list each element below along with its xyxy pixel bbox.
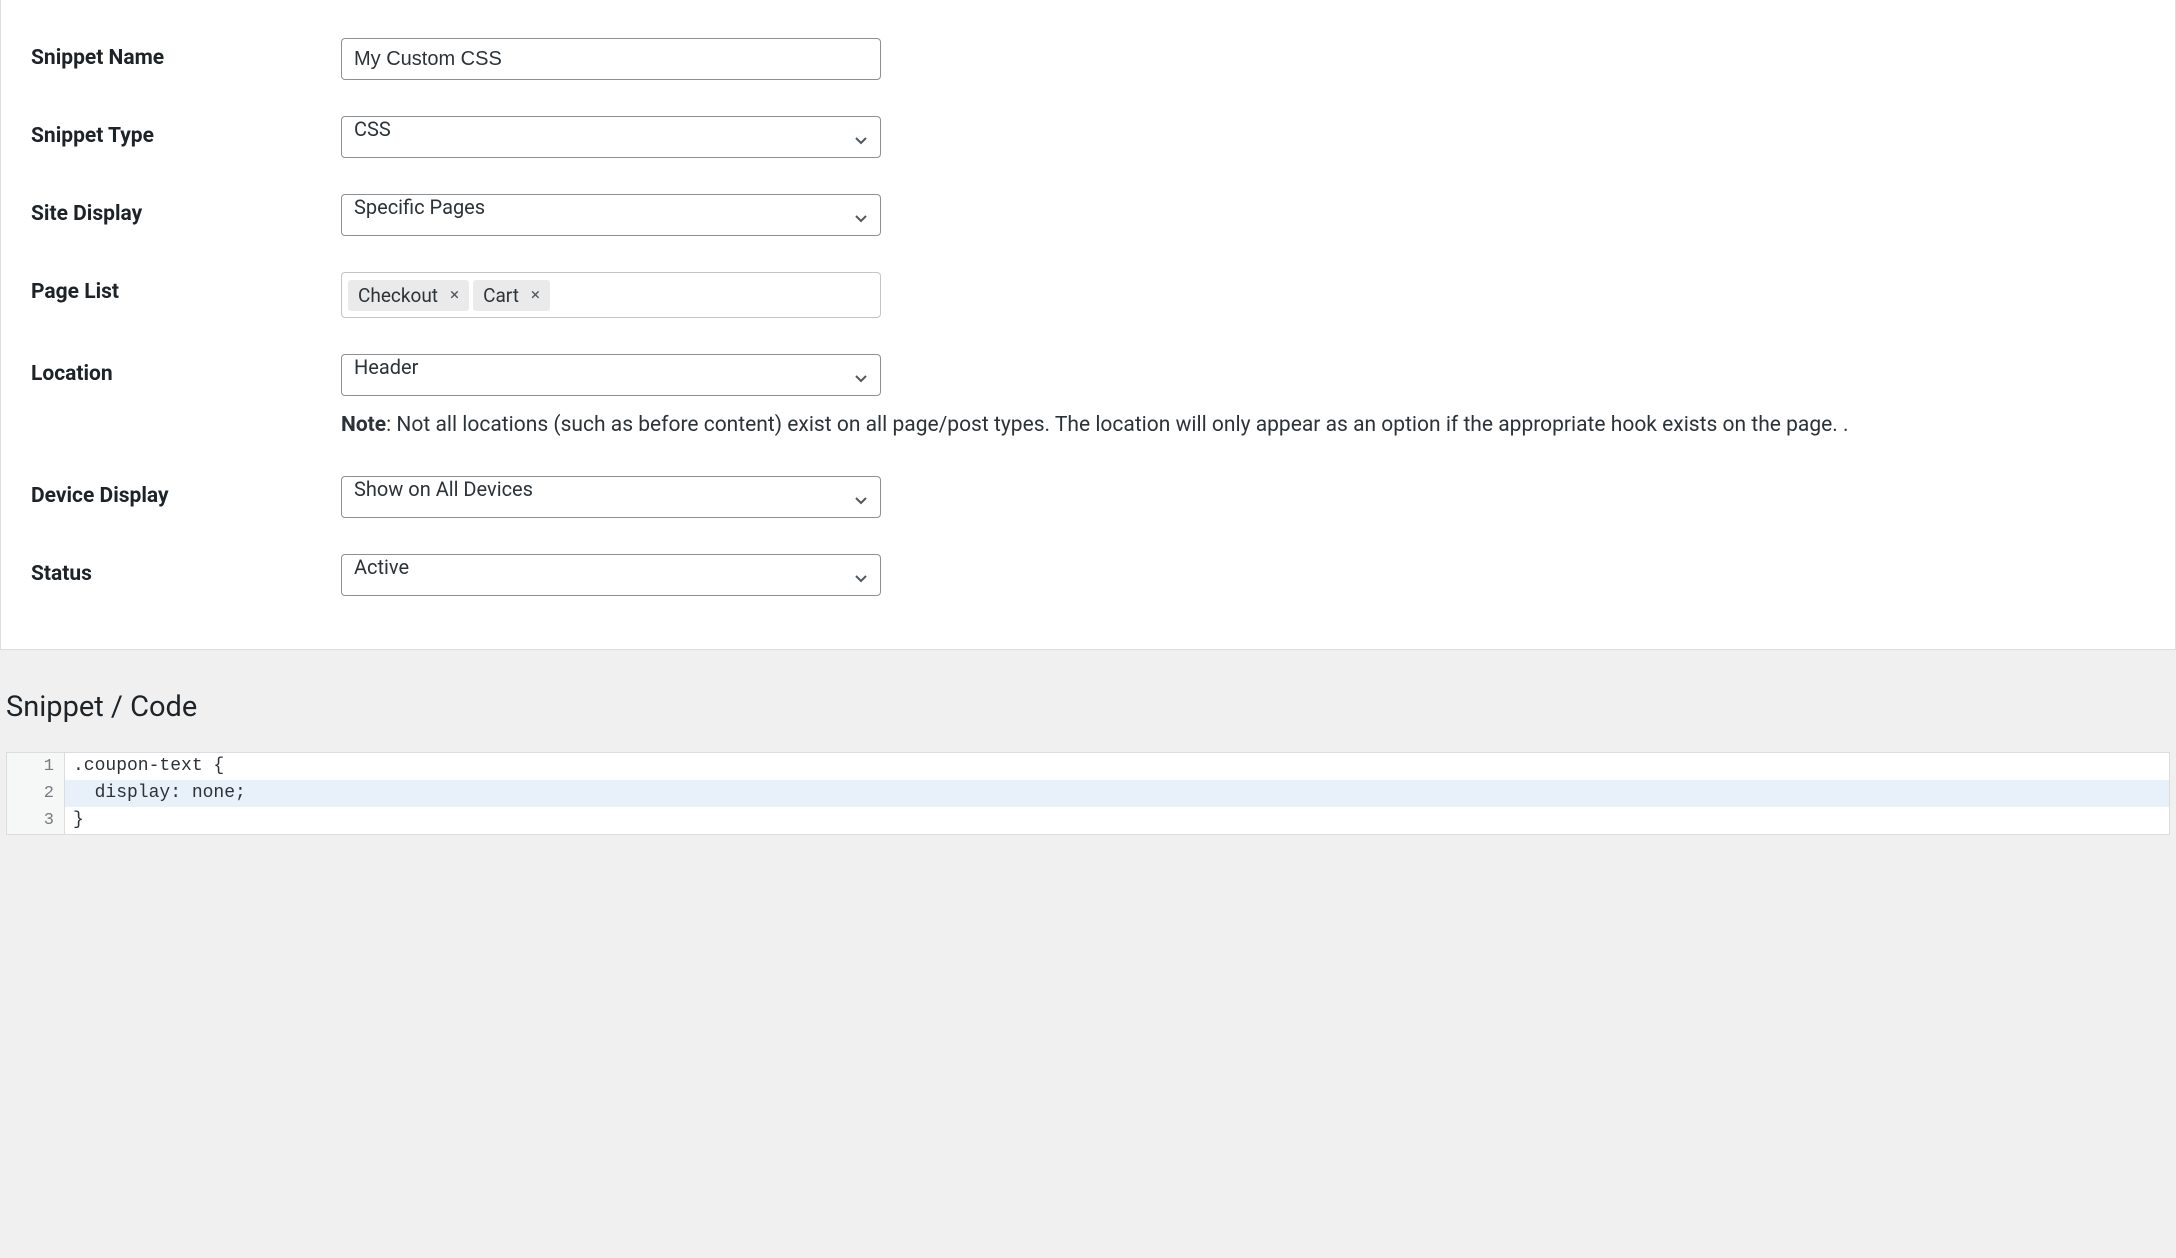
snippet-type-select[interactable]: CSS — [341, 116, 881, 158]
label-site-display: Site Display — [31, 194, 341, 226]
site-display-select[interactable]: Specific Pages — [341, 194, 881, 236]
row-page-list: Page List Checkout × Cart × — [1, 254, 2175, 336]
row-device-display: Device Display Show on All Devices — [1, 458, 2175, 536]
page-tag: Cart × — [473, 280, 550, 311]
code-text[interactable]: } — [65, 807, 84, 834]
code-section-heading: Snippet / Code — [6, 690, 2176, 724]
label-location: Location — [31, 354, 341, 386]
label-device-display: Device Display — [31, 476, 341, 508]
close-icon[interactable]: × — [448, 287, 461, 304]
device-display-select[interactable]: Show on All Devices — [341, 476, 881, 518]
page-tag: Checkout × — [348, 280, 469, 311]
row-snippet-type: Snippet Type CSS — [1, 98, 2175, 176]
label-snippet-type: Snippet Type — [31, 116, 341, 148]
location-note: Note: Not all locations (such as before … — [341, 410, 2145, 440]
code-line: 1 .coupon-text { — [7, 753, 2169, 780]
status-select[interactable]: Active — [341, 554, 881, 596]
code-text[interactable]: display: none; — [65, 780, 246, 807]
page-list-input[interactable]: Checkout × Cart × — [341, 272, 881, 318]
code-line: 2 display: none; — [7, 780, 2169, 807]
snippet-name-input[interactable] — [341, 38, 881, 80]
code-text[interactable]: .coupon-text { — [65, 753, 224, 780]
tag-label: Cart — [483, 284, 519, 307]
line-number: 3 — [7, 807, 65, 834]
label-snippet-name: Snippet Name — [31, 38, 341, 70]
snippet-settings-panel: Snippet Name Snippet Type CSS Site Displ… — [0, 0, 2176, 650]
code-line: 3 } — [7, 807, 2169, 834]
line-number: 1 — [7, 753, 65, 780]
line-number: 2 — [7, 780, 65, 807]
label-status: Status — [31, 554, 341, 586]
note-label: Note — [341, 413, 386, 437]
location-select[interactable]: Header — [341, 354, 881, 396]
note-body: : Not all locations (such as before cont… — [386, 413, 1848, 437]
close-icon[interactable]: × — [529, 287, 542, 304]
tag-label: Checkout — [358, 284, 438, 307]
code-editor[interactable]: 1 .coupon-text { 2 display: none; 3 } — [6, 752, 2170, 835]
row-location: Location Header Note: Not all locations … — [1, 336, 2175, 458]
row-snippet-name: Snippet Name — [1, 20, 2175, 98]
label-page-list: Page List — [31, 272, 341, 304]
row-status: Status Active — [1, 536, 2175, 614]
row-site-display: Site Display Specific Pages — [1, 176, 2175, 254]
